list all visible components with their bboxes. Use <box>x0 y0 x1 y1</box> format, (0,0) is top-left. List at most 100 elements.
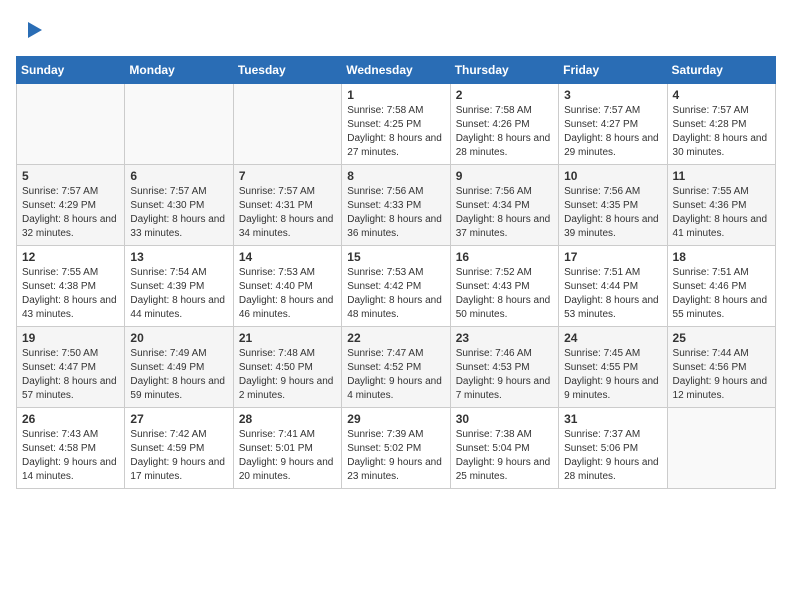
calendar-cell: 28Sunrise: 7:41 AMSunset: 5:01 PMDayligh… <box>233 408 341 489</box>
daylight-text: Daylight: 8 hours and 34 minutes. <box>239 214 334 239</box>
day-info: Sunrise: 7:57 AMSunset: 4:30 PMDaylight:… <box>130 185 227 241</box>
sunrise-text: Sunrise: 7:37 AM <box>564 429 640 440</box>
daylight-text: Daylight: 8 hours and 59 minutes. <box>130 376 225 401</box>
calendar-cell: 7Sunrise: 7:57 AMSunset: 4:31 PMDaylight… <box>233 165 341 246</box>
calendar-table: SundayMondayTuesdayWednesdayThursdayFrid… <box>16 56 776 489</box>
calendar-cell <box>667 408 775 489</box>
day-number: 19 <box>22 331 119 345</box>
calendar-cell: 13 Sunrise: 7:54 AMSunset: 4:39 PMDayligh… <box>125 246 233 327</box>
day-number: 29 <box>347 412 444 426</box>
day-number: 15 <box>347 250 444 264</box>
sunrise-text: Sunrise: 7:52 AM <box>456 267 532 278</box>
daylight-text: Daylight: 9 hours and 14 minutes. <box>22 457 117 482</box>
daylight-text: Daylight: 8 hours and 50 minutes. <box>456 295 551 320</box>
sunrise-text: Sunrise: 7:38 AM <box>456 429 532 440</box>
sunset-text: Sunset: 4:25 PM <box>347 119 421 130</box>
calendar-cell: 17Sunrise: 7:51 AMSunset: 4:44 PMDayligh… <box>559 246 667 327</box>
daylight-text: Daylight: 8 hours and 55 minutes. <box>673 295 768 320</box>
sunrise-text: Sunrise: 7:50 AM <box>22 348 98 359</box>
logo <box>16 16 46 44</box>
calendar-cell: 4Sunrise: 7:57 AMSunset: 4:28 PMDaylight… <box>667 84 775 165</box>
sunset-text: Sunset: 4:27 PM <box>564 119 638 130</box>
calendar-cell <box>17 84 125 165</box>
calendar-cell: 10Sunrise: 7:56 AMSunset: 4:35 PMDayligh… <box>559 165 667 246</box>
day-info: Sunrise: 7:57 AMSunset: 4:29 PMDaylight:… <box>22 185 119 241</box>
daylight-text: Daylight: 9 hours and 20 minutes. <box>239 457 334 482</box>
sunset-text: Sunset: 4:38 PM <box>22 281 96 292</box>
calendar-cell: 22Sunrise: 7:47 AMSunset: 4:52 PMDayligh… <box>342 327 450 408</box>
calendar-cell: 14Sunrise: 7:53 AMSunset: 4:40 PMDayligh… <box>233 246 341 327</box>
day-number: 27 <box>130 412 227 426</box>
calendar-week-row: 12Sunrise: 7:55 AMSunset: 4:38 PMDayligh… <box>17 246 776 327</box>
sunset-text: Sunset: 4:46 PM <box>673 281 747 292</box>
calendar-cell: 19 Sunrise: 7:50 AM Sunset: 4:47 PM Dayligh… <box>17 327 125 408</box>
day-number: 18 <box>673 250 770 264</box>
sunset-text: Sunset: 5:01 PM <box>239 443 313 454</box>
page-header <box>16 16 776 44</box>
sunset-text: Sunset: 4:34 PM <box>456 200 530 211</box>
daylight-text: Daylight: 9 hours and 23 minutes. <box>347 457 442 482</box>
sunrise-text: Sunrise: 7:57 AM <box>673 105 749 116</box>
daylight-text: Daylight: 8 hours and 33 minutes. <box>130 214 225 239</box>
calendar-cell: 23Sunrise: 7:46 AMSunset: 4:53 PMDayligh… <box>450 327 558 408</box>
day-info: Sunrise: 7:45 AMSunset: 4:55 PMDaylight:… <box>564 347 661 403</box>
day-number: 13 <box>130 250 227 264</box>
sunset-text: Sunset: 4:53 PM <box>456 362 530 373</box>
daylight-text: Daylight: 8 hours and 57 minutes. <box>22 376 117 401</box>
weekday-header-monday: Monday <box>125 57 233 84</box>
daylight-text: Daylight: 9 hours and 7 minutes. <box>456 376 551 401</box>
day-number: 23 <box>456 331 553 345</box>
day-info: Sunrise: 7:39 AMSunset: 5:02 PMDaylight:… <box>347 428 444 484</box>
daylight-text: Daylight: 8 hours and 44 minutes. <box>130 295 225 320</box>
day-number: 5 <box>22 169 119 183</box>
calendar-cell: 9Sunrise: 7:56 AMSunset: 4:34 PMDaylight… <box>450 165 558 246</box>
day-info: Sunrise: 7:53 AMSunset: 4:42 PMDaylight:… <box>347 266 444 322</box>
day-info: Sunrise: 7:54 AMSunset: 4:39 PMDaylight:… <box>130 266 227 322</box>
daylight-text: Daylight: 9 hours and 28 minutes. <box>564 457 659 482</box>
day-info: Sunrise: 7:48 AMSunset: 4:50 PMDaylight:… <box>239 347 336 403</box>
sunset-text: Sunset: 4:47 PM <box>22 362 96 373</box>
calendar-cell <box>125 84 233 165</box>
sunset-text: Sunset: 4:36 PM <box>673 200 747 211</box>
daylight-text: Daylight: 8 hours and 41 minutes. <box>673 214 768 239</box>
day-info: Sunrise: 7:52 AMSunset: 4:43 PMDaylight:… <box>456 266 553 322</box>
day-info: Sunrise: 7:58 AMSunset: 4:25 PMDaylight:… <box>347 104 444 160</box>
sunset-text: Sunset: 5:04 PM <box>456 443 530 454</box>
day-info: Sunrise: 7:57 AMSunset: 4:31 PMDaylight:… <box>239 185 336 241</box>
sunset-text: Sunset: 5:06 PM <box>564 443 638 454</box>
sunset-text: Sunset: 4:28 PM <box>673 119 747 130</box>
calendar-week-row: 5 Sunrise: 7:57 AMSunset: 4:29 PMDaylight… <box>17 165 776 246</box>
sunrise-text: Sunrise: 7:56 AM <box>456 186 532 197</box>
day-info: Sunrise: 7:37 AM Sunset: 5:06 PM Daylight:… <box>564 428 661 484</box>
daylight-text: Daylight: 8 hours and 28 minutes. <box>456 133 551 158</box>
sunrise-text: Sunrise: 7:57 AM <box>22 186 98 197</box>
sunrise-text: Sunrise: 7:57 AM <box>239 186 315 197</box>
sunrise-text: Sunrise: 7:53 AM <box>239 267 315 278</box>
day-number: 20 <box>130 331 227 345</box>
sunset-text: Sunset: 4:40 PM <box>239 281 313 292</box>
daylight-text: Daylight: 8 hours and 30 minutes. <box>673 133 768 158</box>
daylight-text: Daylight: 9 hours and 25 minutes. <box>456 457 551 482</box>
sunset-text: Sunset: 4:58 PM <box>22 443 96 454</box>
day-number: 16 <box>456 250 553 264</box>
daylight-text: Daylight: 8 hours and 36 minutes. <box>347 214 442 239</box>
day-number: 31 <box>564 412 661 426</box>
day-info: Sunrise: 7:49 AMSunset: 4:49 PMDaylight:… <box>130 347 227 403</box>
day-number: 6 <box>130 169 227 183</box>
sunrise-text: Sunrise: 7:41 AM <box>239 429 315 440</box>
weekday-header-saturday: Saturday <box>667 57 775 84</box>
day-number: 12 <box>22 250 119 264</box>
calendar-cell: 5 Sunrise: 7:57 AMSunset: 4:29 PMDaylight… <box>17 165 125 246</box>
daylight-text: Daylight: 8 hours and 46 minutes. <box>239 295 334 320</box>
sunrise-text: Sunrise: 7:55 AM <box>673 186 749 197</box>
daylight-text: Daylight: 8 hours and 48 minutes. <box>347 295 442 320</box>
weekday-header-friday: Friday <box>559 57 667 84</box>
sunrise-text: Sunrise: 7:44 AM <box>673 348 749 359</box>
day-number: 22 <box>347 331 444 345</box>
sunrise-text: Sunrise: 7:58 AM <box>347 105 423 116</box>
calendar-cell <box>233 84 341 165</box>
day-info: Sunrise: 7:56 AMSunset: 4:35 PMDaylight:… <box>564 185 661 241</box>
daylight-text: Daylight: 8 hours and 32 minutes. <box>22 214 117 239</box>
calendar-cell: 2Sunrise: 7:58 AMSunset: 4:26 PMDaylight… <box>450 84 558 165</box>
day-info: Sunrise: 7:41 AM Sunset: 5:01 PM Daylight:… <box>239 428 336 484</box>
